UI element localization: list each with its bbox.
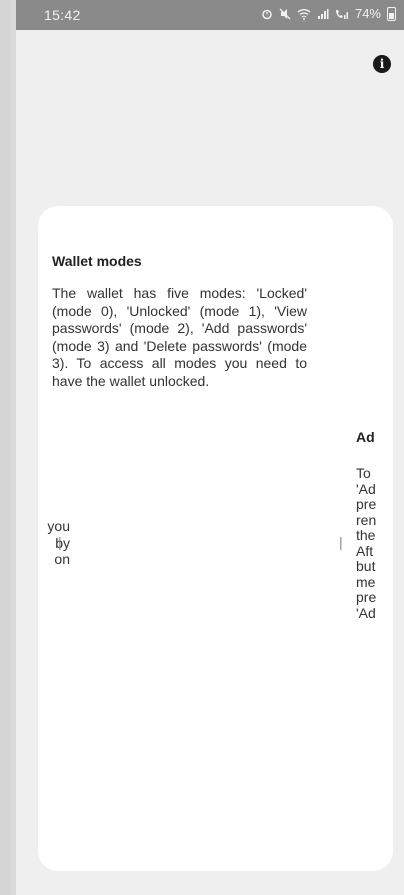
status-time: 15:42 — [44, 7, 81, 23]
status-bar: 15:42 74% — [16, 0, 404, 30]
next-card-line: ren — [356, 512, 377, 528]
call-signal-icon — [335, 8, 349, 20]
next-card-title: Ad — [356, 429, 375, 445]
previous-card-line: you — [47, 518, 70, 534]
battery-percent: 74% — [354, 6, 381, 21]
card-body: The wallet has five modes: 'Locked' (mod… — [52, 285, 307, 389]
next-card-line: the — [356, 528, 376, 543]
previous-card-line: by — [55, 534, 70, 551]
next-card-line: 'Ad — [356, 605, 376, 621]
next-card-line: To — [356, 466, 371, 481]
status-icons: 74% — [261, 6, 396, 21]
card-title: Wallet modes — [52, 253, 142, 269]
wifi-icon — [297, 8, 311, 20]
signal-icon — [317, 8, 329, 20]
previous-card-line: on — [54, 551, 70, 567]
next-card-line: me — [356, 574, 376, 590]
alarm-icon — [261, 8, 273, 20]
phone-screen: 15:42 74% i — [16, 0, 404, 895]
next-card-line: Aft — [356, 543, 374, 559]
next-card-text: To 'Ad pre ren the Aft but me pre 'Ad — [356, 466, 388, 621]
previous-card-text: you by on — [20, 518, 70, 568]
left-frame-strip — [0, 0, 10, 895]
mute-icon — [279, 8, 291, 20]
info-button[interactable]: i — [373, 55, 391, 73]
next-card-line: pre — [356, 590, 377, 605]
info-icon: i — [379, 57, 385, 71]
page-separator-right: | — [339, 534, 343, 550]
next-card-line: but — [356, 559, 376, 574]
battery-icon — [387, 6, 396, 21]
page-separator-left: | — [58, 534, 62, 550]
next-card-line: 'Ad — [356, 481, 376, 497]
next-card-line: pre — [356, 497, 377, 512]
